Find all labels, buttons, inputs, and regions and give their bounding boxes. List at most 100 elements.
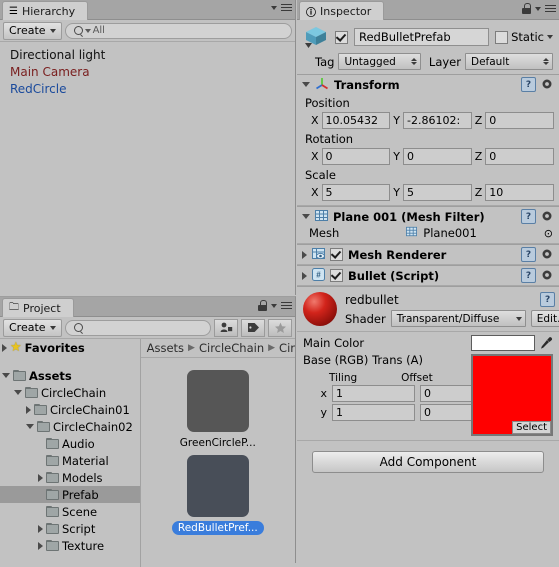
- tab-project[interactable]: 🗀 Project: [2, 298, 74, 317]
- chevron-down-icon[interactable]: [271, 303, 277, 308]
- expand-triangle-icon[interactable]: [38, 473, 43, 482]
- expand-triangle-icon[interactable]: [26, 424, 34, 429]
- asset-thumbnail[interactable]: [186, 455, 249, 517]
- project-tree-item[interactable]: Assets: [0, 367, 140, 384]
- mesh-filter-header[interactable]: Plane 001 (Mesh Filter) ?: [297, 207, 559, 226]
- rotation-z-input[interactable]: 0: [485, 148, 554, 165]
- breadcrumb-item[interactable]: Cir: [279, 341, 295, 355]
- position-y-input[interactable]: -2.86102:: [403, 112, 472, 129]
- expand-triangle-icon[interactable]: [38, 524, 43, 533]
- main-color-swatch[interactable]: [471, 334, 535, 351]
- rotation-x-input[interactable]: 0: [321, 148, 391, 165]
- position-z-input[interactable]: 0: [485, 112, 554, 129]
- static-toggle[interactable]: Static: [495, 30, 553, 44]
- tag-dropdown[interactable]: Untagged: [338, 53, 421, 70]
- expand-triangle-icon[interactable]: [302, 250, 307, 259]
- lock-icon[interactable]: [258, 300, 267, 311]
- bullet-script-header[interactable]: # Bullet (Script) ?: [297, 266, 559, 285]
- tab-inspector[interactable]: ⓘ Inspector: [299, 1, 385, 20]
- tiling-y-input[interactable]: 1: [332, 404, 415, 421]
- scale-z-input[interactable]: 10: [485, 184, 554, 201]
- asset-item[interactable]: GreenCircleP...: [141, 370, 295, 450]
- component-bullet-script: # Bullet (Script) ?: [297, 265, 559, 286]
- chevron-down-icon[interactable]: [271, 5, 277, 10]
- chevron-down-icon[interactable]: [535, 6, 541, 11]
- shader-dropdown[interactable]: Transparent/Diffuse: [390, 310, 526, 327]
- expand-triangle-icon[interactable]: [38, 541, 43, 550]
- help-icon[interactable]: ?: [540, 292, 556, 307]
- folder-icon: [46, 523, 59, 534]
- menu-icon[interactable]: [281, 301, 292, 310]
- asset-item[interactable]: RedBulletPref...: [141, 455, 295, 535]
- collapse-triangle-icon[interactable]: [302, 82, 310, 87]
- tab-hierarchy[interactable]: ☰ Hierarchy: [2, 1, 89, 20]
- shader-edit-button[interactable]: Edit...: [530, 310, 559, 327]
- gear-icon[interactable]: [541, 269, 554, 282]
- breadcrumb-item[interactable]: Assets: [147, 341, 184, 355]
- project-tree-item[interactable]: Prefab: [0, 486, 140, 503]
- project-tree-item[interactable]: CircleChain: [0, 384, 140, 401]
- expand-triangle-icon[interactable]: [14, 390, 22, 395]
- texture-select-button[interactable]: Select: [512, 421, 551, 434]
- project-tree-item[interactable]: Script: [0, 520, 140, 537]
- expand-triangle-icon[interactable]: [26, 405, 31, 414]
- offset-label: Offset: [401, 372, 433, 384]
- object-active-checkbox[interactable]: [335, 30, 348, 44]
- chevron-down-icon[interactable]: [547, 35, 553, 39]
- project-tree-item[interactable]: CircleChain01: [0, 401, 140, 418]
- asset-thumbnail[interactable]: [186, 370, 249, 432]
- mesh-renderer-enabled-checkbox[interactable]: [330, 248, 343, 261]
- help-icon[interactable]: ?: [521, 268, 536, 283]
- filter-by-label-button[interactable]: [241, 318, 265, 337]
- static-checkbox[interactable]: [495, 30, 509, 44]
- project-tree-item[interactable]: Models: [0, 469, 140, 486]
- add-component-button[interactable]: Add Component: [312, 451, 544, 473]
- texture-preview[interactable]: Select: [471, 354, 553, 436]
- project-tree-item[interactable]: Audio: [0, 435, 140, 452]
- bullet-script-enabled-checkbox[interactable]: [330, 269, 343, 282]
- project-search-input[interactable]: [64, 319, 211, 336]
- mesh-value[interactable]: Plane001: [423, 226, 477, 240]
- scale-y-input[interactable]: 5: [403, 184, 472, 201]
- layer-dropdown[interactable]: Default: [464, 53, 553, 70]
- help-icon[interactable]: ?: [521, 77, 536, 92]
- object-name-input[interactable]: RedBulletPrefab: [354, 28, 490, 46]
- hierarchy-item[interactable]: Main Camera: [0, 63, 295, 80]
- collapse-triangle-icon[interactable]: [302, 214, 310, 219]
- eyedropper-icon[interactable]: [539, 336, 553, 350]
- rotation-y-input[interactable]: 0: [403, 148, 472, 165]
- expand-triangle-icon[interactable]: [2, 343, 7, 352]
- mesh-renderer-header[interactable]: Mesh Renderer ?: [297, 245, 559, 264]
- hierarchy-search-input[interactable]: All: [64, 22, 292, 39]
- filter-by-type-button[interactable]: [214, 318, 238, 337]
- filter-by-favorite-button[interactable]: [268, 318, 292, 337]
- project-tree-item[interactable]: CircleChain02: [0, 418, 140, 435]
- breadcrumb-item[interactable]: CircleChain: [199, 341, 264, 355]
- project-tree-item[interactable]: Texture: [0, 537, 140, 554]
- search-icon: [73, 323, 83, 332]
- hierarchy-item[interactable]: Directional light: [0, 46, 295, 63]
- lock-icon[interactable]: [522, 3, 531, 14]
- gear-icon[interactable]: [541, 78, 554, 91]
- expand-triangle-icon[interactable]: [2, 373, 10, 378]
- help-icon[interactable]: ?: [521, 209, 536, 224]
- gear-icon[interactable]: [541, 210, 554, 223]
- object-picker-icon[interactable]: ⊙: [544, 227, 553, 240]
- project-create-button[interactable]: Create: [3, 318, 62, 337]
- expand-triangle-icon[interactable]: [302, 271, 307, 280]
- menu-icon[interactable]: [545, 4, 556, 13]
- menu-icon[interactable]: [281, 3, 292, 12]
- hierarchy-create-button[interactable]: Create: [3, 21, 62, 40]
- project-tree-item[interactable]: Scene: [0, 503, 140, 520]
- project-tree-item[interactable]: Material: [0, 452, 140, 469]
- scale-x-input[interactable]: 5: [321, 184, 391, 201]
- project-favorites-row[interactable]: ★ Favorites: [0, 339, 140, 356]
- position-x-input[interactable]: 10.05432: [321, 112, 391, 129]
- gear-icon[interactable]: [541, 248, 554, 261]
- project-tree-item-label: Prefab: [62, 487, 99, 502]
- tab-inspector-label: Inspector: [320, 4, 372, 18]
- help-icon[interactable]: ?: [521, 247, 536, 262]
- hierarchy-item[interactable]: RedCircle: [0, 80, 295, 97]
- transform-header[interactable]: Transform ?: [297, 75, 559, 94]
- tiling-x-input[interactable]: 1: [332, 385, 415, 402]
